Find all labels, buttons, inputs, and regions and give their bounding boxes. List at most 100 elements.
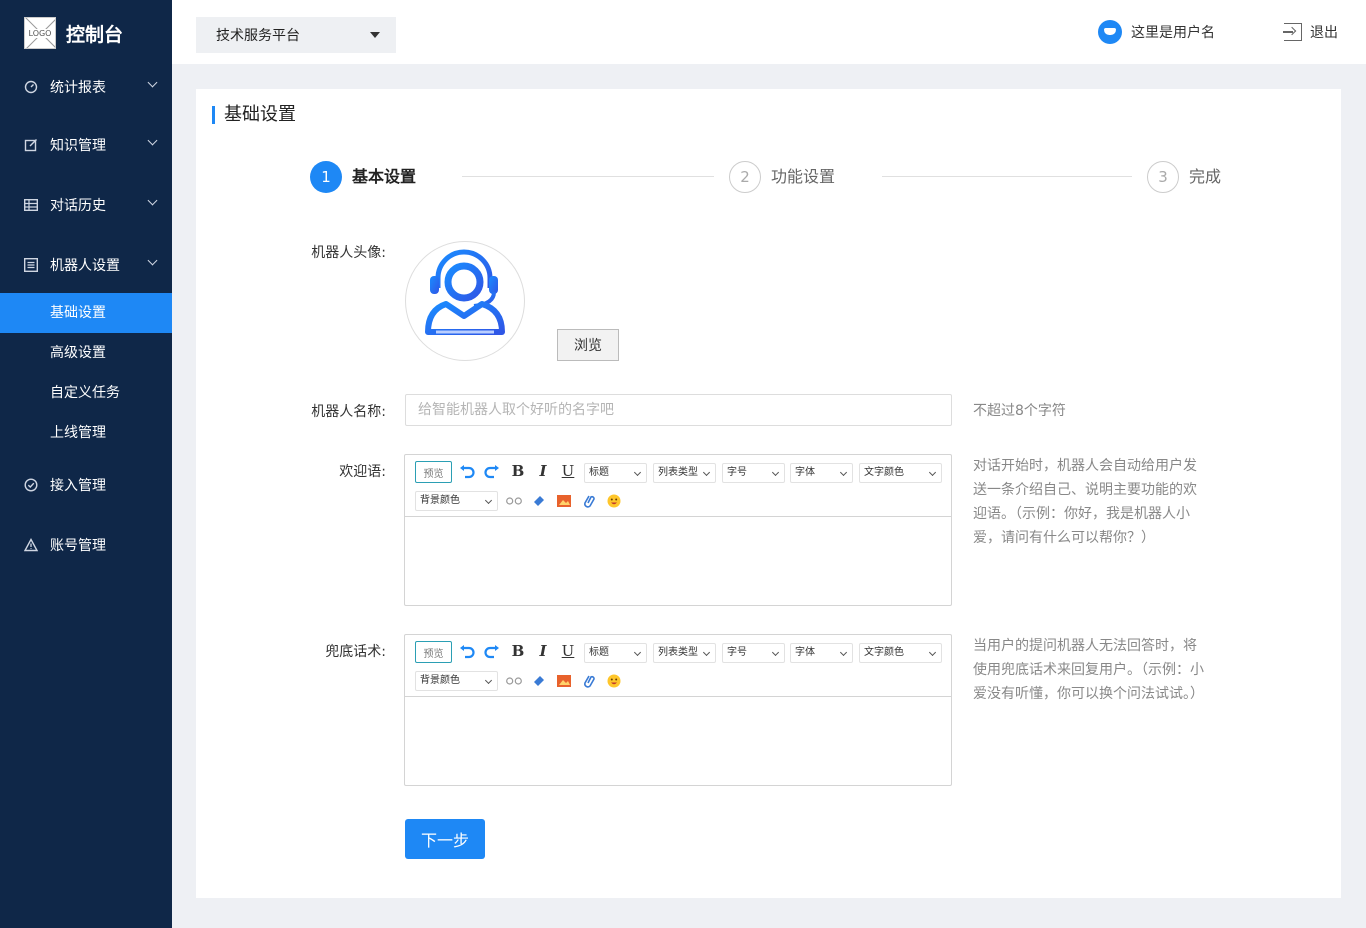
heading-select[interactable]: 标题 bbox=[584, 463, 647, 483]
sidebar-item-label: 接入管理 bbox=[50, 478, 106, 494]
preview-button[interactable]: 预览 bbox=[415, 641, 452, 663]
font-family-select[interactable]: 字体 bbox=[790, 463, 853, 483]
sidebar-subitem-basic-settings[interactable]: 基础设置 bbox=[0, 293, 172, 333]
main-panel: 基础设置 1 基本设置 2 功能设置 3 完成 机器人头像: 浏览 机器人名称:… bbox=[196, 89, 1341, 898]
underline-button[interactable]: U bbox=[558, 461, 578, 481]
bg-color-select[interactable]: 背景颜色 bbox=[415, 491, 498, 511]
list-type-select[interactable]: 列表类型 bbox=[653, 643, 716, 663]
topbar: 技术服务平台 这里是用户名 退出 bbox=[172, 0, 1366, 64]
eraser-icon[interactable] bbox=[529, 491, 549, 511]
italic-button[interactable]: I bbox=[533, 641, 553, 661]
name-label: 机器人名称: bbox=[311, 404, 386, 420]
robot-name-input[interactable] bbox=[405, 394, 952, 426]
undo-icon[interactable] bbox=[457, 462, 477, 482]
font-size-select[interactable]: 字号 bbox=[722, 643, 785, 663]
step-1-circle: 1 bbox=[310, 161, 342, 193]
step-2-label: 功能设置 bbox=[771, 167, 836, 186]
font-family-select[interactable]: 字体 bbox=[790, 643, 853, 663]
user-avatar-icon bbox=[1098, 20, 1122, 44]
sidebar-item-label: 机器人设置 bbox=[50, 258, 120, 274]
next-step-button[interactable]: 下一步 bbox=[405, 819, 485, 859]
link-icon[interactable] bbox=[579, 491, 599, 511]
platform-select-value: 技术服务平台 bbox=[216, 28, 300, 44]
list-type-select[interactable]: 列表类型 bbox=[653, 463, 716, 483]
logout-label: 退出 bbox=[1310, 25, 1338, 41]
browse-button[interactable]: 浏览 bbox=[557, 329, 619, 361]
caret-down-icon bbox=[370, 32, 380, 38]
bold-button[interactable]: B bbox=[508, 641, 528, 661]
step-3-label: 完成 bbox=[1189, 167, 1222, 186]
step-3-circle: 3 bbox=[1147, 161, 1179, 193]
platform-select[interactable]: 技术服务平台 bbox=[196, 17, 396, 53]
bold-button[interactable]: B bbox=[508, 461, 528, 481]
emoji-icon[interactable] bbox=[604, 671, 624, 691]
sidebar-subitem-launch-management[interactable]: 上线管理 bbox=[0, 413, 172, 453]
gauge-icon bbox=[23, 79, 39, 95]
sidebar-item-label: 统计报表 bbox=[50, 80, 106, 96]
redo-icon[interactable] bbox=[482, 642, 502, 662]
unlink-icon[interactable] bbox=[504, 671, 524, 691]
check-circle-icon bbox=[23, 477, 39, 493]
name-hint: 不超过8个字符 bbox=[973, 403, 1066, 419]
sidebar-item-accounts[interactable]: 账号管理 bbox=[0, 527, 172, 563]
sidebar-subitem-custom-tasks[interactable]: 自定义任务 bbox=[0, 373, 172, 413]
chevron-down-icon bbox=[147, 255, 158, 266]
step-2-circle: 2 bbox=[729, 161, 761, 193]
logo: LOGO bbox=[24, 17, 56, 49]
welcome-label: 欢迎语: bbox=[339, 464, 386, 480]
welcome-hint: 对话开始时，机器人会自动给用户发送一条介绍自己、说明主要功能的欢迎语。（示例：你… bbox=[973, 458, 1197, 546]
chevron-down-icon bbox=[147, 135, 158, 146]
list-icon bbox=[23, 257, 39, 273]
sidebar-item-stats[interactable]: 统计报表 bbox=[0, 69, 172, 105]
chevron-down-icon bbox=[147, 195, 158, 206]
image-icon[interactable] bbox=[554, 671, 574, 691]
page-title: 基础设置 bbox=[212, 106, 296, 124]
unlink-icon[interactable] bbox=[504, 491, 524, 511]
sidebar-item-robot-settings[interactable]: 机器人设置 bbox=[0, 247, 172, 283]
sidebar-item-knowledge[interactable]: 知识管理 bbox=[0, 127, 172, 163]
step-connector bbox=[882, 176, 1132, 177]
text-color-select[interactable]: 文字颜色 bbox=[859, 463, 942, 483]
step-1-label: 基本设置 bbox=[352, 167, 417, 186]
sidebar-item-access[interactable]: 接入管理 bbox=[0, 467, 172, 503]
sidebar-item-label: 对话历史 bbox=[50, 198, 106, 214]
font-size-select[interactable]: 字号 bbox=[722, 463, 785, 483]
preview-button[interactable]: 预览 bbox=[415, 461, 452, 483]
avatar-label: 机器人头像: bbox=[311, 245, 386, 261]
logout-icon bbox=[1283, 23, 1302, 41]
logout-button[interactable]: 退出 bbox=[1283, 22, 1338, 42]
logo-text: LOGO bbox=[27, 28, 53, 38]
sidebar-item-label: 账号管理 bbox=[50, 538, 106, 554]
eraser-icon[interactable] bbox=[529, 671, 549, 691]
underline-button[interactable]: U bbox=[558, 641, 578, 661]
step-connector bbox=[462, 176, 714, 177]
heading-select[interactable]: 标题 bbox=[584, 643, 647, 663]
fallback-label: 兜底话术: bbox=[325, 644, 386, 660]
fallback-editor: 预览 B I U 标题 列表类型 字号 字体 文字颜色 背景颜色 bbox=[404, 634, 952, 786]
sidebar-subitem-advanced-settings[interactable]: 高级设置 bbox=[0, 333, 172, 373]
redo-icon[interactable] bbox=[482, 462, 502, 482]
sidebar-item-label: 知识管理 bbox=[50, 138, 106, 154]
sidebar: LOGO 控制台 统计报表 知识管理 对话历史 机器人设置 基础设置 高级设置 … bbox=[0, 0, 172, 928]
fallback-hint: 当用户的提问机器人无法回答时，将使用兜底话术来回复用户。（示例：小爱没有听懂，你… bbox=[973, 638, 1204, 702]
welcome-editor-body[interactable] bbox=[405, 517, 951, 605]
undo-icon[interactable] bbox=[457, 642, 477, 662]
text-color-select[interactable]: 文字颜色 bbox=[859, 643, 942, 663]
chevron-down-icon bbox=[147, 77, 158, 88]
emoji-icon[interactable] bbox=[604, 491, 624, 511]
bg-color-select[interactable]: 背景颜色 bbox=[415, 671, 498, 691]
warning-icon bbox=[23, 537, 39, 553]
fallback-editor-body[interactable] bbox=[405, 697, 951, 785]
editor-toolbar: 预览 B I U 标题 列表类型 字号 字体 文字颜色 背景颜色 bbox=[405, 455, 951, 517]
username: 这里是用户名 bbox=[1131, 25, 1215, 41]
table-icon bbox=[23, 197, 39, 213]
image-icon[interactable] bbox=[554, 491, 574, 511]
robot-headset-icon bbox=[425, 249, 505, 335]
brand: LOGO 控制台 bbox=[0, 0, 172, 66]
brand-title: 控制台 bbox=[66, 23, 124, 46]
user-menu[interactable]: 这里是用户名 bbox=[1098, 20, 1215, 44]
editor-toolbar: 预览 B I U 标题 列表类型 字号 字体 文字颜色 背景颜色 bbox=[405, 635, 951, 697]
link-icon[interactable] bbox=[579, 671, 599, 691]
sidebar-item-history[interactable]: 对话历史 bbox=[0, 187, 172, 223]
italic-button[interactable]: I bbox=[533, 461, 553, 481]
